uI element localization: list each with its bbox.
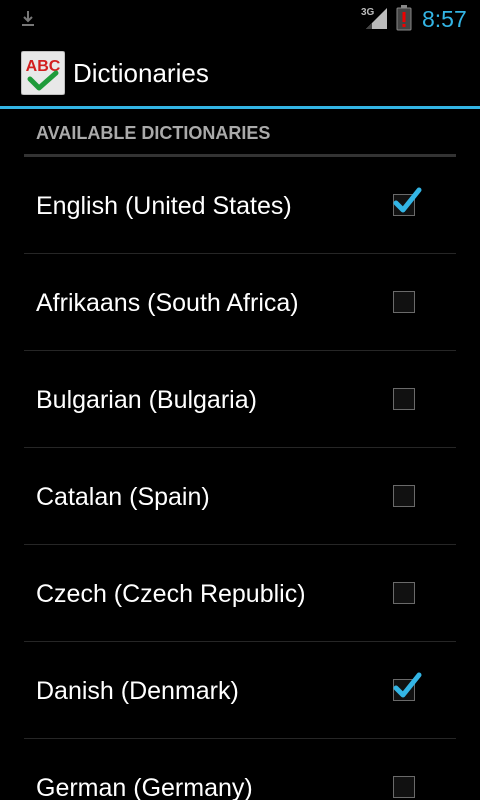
page-title: Dictionaries: [73, 58, 209, 88]
checkbox-unchecked[interactable]: [393, 582, 415, 604]
list-item-label: Afrikaans (South Africa): [36, 289, 299, 317]
download-icon: [22, 11, 34, 26]
battery-alert-icon: [396, 5, 412, 31]
status-bar: 3G 8:57: [0, 0, 480, 38]
list-item-afrikaans[interactable]: Afrikaans (South Africa): [24, 254, 456, 351]
checkbox-checked[interactable]: [393, 187, 422, 216]
list-item-label: Bulgarian (Bulgaria): [36, 386, 257, 414]
abc-check-icon[interactable]: ABC: [21, 51, 65, 95]
section-header-label: AVAILABLE DICTIONARIES: [36, 123, 271, 143]
list-item-catalan[interactable]: Catalan (Spain): [24, 448, 456, 545]
checkbox-unchecked[interactable]: [393, 291, 415, 313]
checkbox-unchecked[interactable]: [393, 485, 415, 507]
checkbox-unchecked[interactable]: [393, 776, 415, 798]
list-item-label: Czech (Czech Republic): [36, 580, 306, 608]
checkbox-checked[interactable]: [393, 672, 422, 701]
list-item-label: German (Germany): [36, 774, 253, 800]
signal-icon: [366, 8, 387, 29]
checkmark-icon: [393, 672, 422, 698]
action-bar: ABC Dictionaries: [0, 38, 480, 109]
checkbox-unchecked[interactable]: [393, 388, 415, 410]
list-item-label: Danish (Denmark): [36, 677, 239, 705]
list-item-danish[interactable]: Danish (Denmark): [24, 642, 456, 739]
list-item-czech[interactable]: Czech (Czech Republic): [24, 545, 456, 642]
section-header: AVAILABLE DICTIONARIES: [24, 109, 456, 157]
list-item-english-us[interactable]: English (United States): [24, 157, 456, 254]
dictionary-list: English (United States) Afrikaans (South…: [24, 157, 456, 800]
clock: 8:57: [422, 6, 467, 32]
checkmark-icon: [393, 187, 422, 213]
dictionary-list-container[interactable]: AVAILABLE DICTIONARIES English (United S…: [0, 109, 480, 800]
list-item-label: Catalan (Spain): [36, 483, 210, 511]
list-item-label: English (United States): [36, 192, 292, 220]
list-item-bulgarian[interactable]: Bulgarian (Bulgaria): [24, 351, 456, 448]
list-item-german[interactable]: German (Germany): [24, 739, 456, 800]
